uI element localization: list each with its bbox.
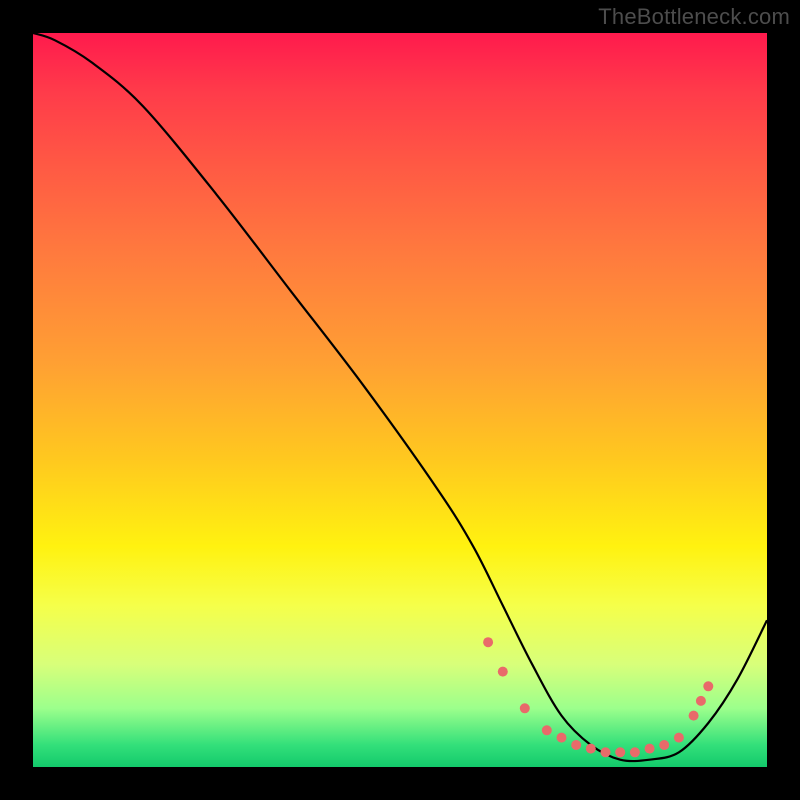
marker-dot [615,747,625,757]
marker-dot [498,667,508,677]
marker-dot [689,711,699,721]
marker-dot [696,696,706,706]
plot-area [33,33,767,767]
marker-dot [630,747,640,757]
marker-dot [674,733,684,743]
marker-dot [542,725,552,735]
watermark-label: TheBottleneck.com [598,4,790,30]
marker-dot [520,703,530,713]
marker-dot [586,744,596,754]
chart-container: TheBottleneck.com [0,0,800,800]
main-curve [33,33,767,761]
curve-layer [33,33,767,767]
marker-dot [483,637,493,647]
marker-dot [659,740,669,750]
marker-dot [703,681,713,691]
marker-dot [571,740,581,750]
marker-group [483,637,713,757]
marker-dot [557,733,567,743]
marker-dot [645,744,655,754]
marker-dot [601,747,611,757]
